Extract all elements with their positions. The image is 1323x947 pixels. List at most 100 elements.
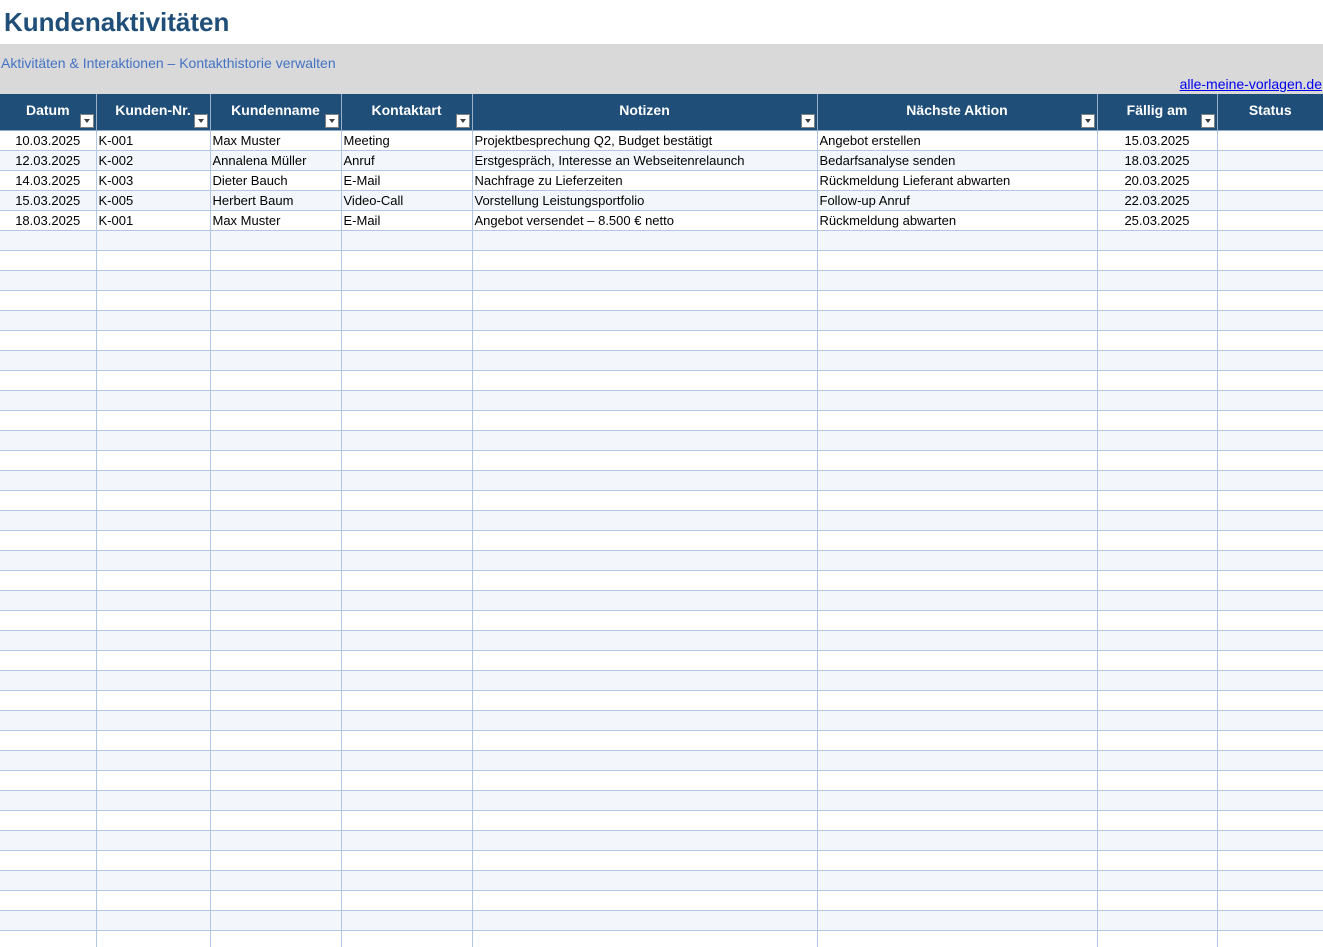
cell-kontaktart[interactable] [340,590,472,611]
cell-datum[interactable] [0,290,96,311]
cell-kontaktart[interactable] [340,770,472,791]
cell-notizen[interactable] [471,450,817,471]
cell-status[interactable] [1216,130,1323,151]
cell-kunden-nr[interactable] [95,770,210,791]
cell-kontaktart[interactable] [340,650,472,671]
cell-naechste-aktion[interactable] [816,490,1097,511]
cell-kontaktart[interactable] [340,450,472,471]
cell-notizen[interactable] [471,410,817,431]
cell-kundenname[interactable] [209,830,341,851]
cell-datum[interactable] [0,410,96,431]
cell-faellig-am[interactable] [1096,690,1217,711]
cell-status[interactable] [1216,490,1323,511]
cell-faellig-am[interactable] [1096,390,1217,411]
cell-kontaktart[interactable] [340,870,472,891]
cell-faellig-am[interactable] [1096,510,1217,531]
cell-notizen[interactable] [471,270,817,291]
cell-kontaktart[interactable] [340,710,472,731]
cell-kunden-nr[interactable] [95,570,210,591]
cell-kundenname[interactable] [209,410,341,431]
cell-status[interactable] [1216,690,1323,711]
cell-notizen[interactable] [471,630,817,651]
cell-status[interactable] [1216,790,1323,811]
cell-kontaktart[interactable] [340,250,472,271]
cell-kunden-nr[interactable]: K-001 [95,210,210,231]
cell-datum[interactable] [0,310,96,331]
cell-kundenname[interactable] [209,330,341,351]
cell-status[interactable] [1216,710,1323,731]
column-header-kunden-nr[interactable]: Kunden-Nr. [95,94,210,131]
cell-kundenname[interactable] [209,890,341,911]
cell-naechste-aktion[interactable] [816,270,1097,291]
cell-notizen[interactable]: Vorstellung Leistungsportfolio [471,190,817,211]
cell-status[interactable] [1216,610,1323,631]
cell-naechste-aktion[interactable] [816,450,1097,471]
cell-kundenname[interactable] [209,290,341,311]
column-header-notizen[interactable]: Notizen [471,94,817,131]
cell-notizen[interactable] [471,230,817,251]
cell-notizen[interactable] [471,550,817,571]
cell-faellig-am[interactable] [1096,610,1217,631]
cell-kundenname[interactable] [209,230,341,251]
cell-notizen[interactable] [471,930,817,947]
cell-kundenname[interactable] [209,630,341,651]
cell-datum[interactable]: 14.03.2025 [0,170,96,191]
cell-naechste-aktion[interactable] [816,430,1097,451]
cell-notizen[interactable] [471,810,817,831]
cell-kunden-nr[interactable] [95,230,210,251]
cell-faellig-am[interactable] [1096,730,1217,751]
cell-kundenname[interactable] [209,690,341,711]
cell-notizen[interactable] [471,290,817,311]
cell-faellig-am[interactable] [1096,370,1217,391]
cell-datum[interactable] [0,670,96,691]
cell-status[interactable] [1216,410,1323,431]
cell-status[interactable] [1216,270,1323,291]
cell-kundenname[interactable] [209,450,341,471]
cell-kunden-nr[interactable] [95,390,210,411]
cell-kunden-nr[interactable] [95,630,210,651]
cell-datum[interactable] [0,350,96,371]
cell-kunden-nr[interactable]: K-005 [95,190,210,211]
cell-kundenname[interactable] [209,730,341,751]
cell-naechste-aktion[interactable] [816,630,1097,651]
cell-kundenname[interactable] [209,650,341,671]
cell-kundenname[interactable] [209,750,341,771]
cell-status[interactable] [1216,390,1323,411]
cell-notizen[interactable] [471,750,817,771]
cell-kundenname[interactable] [209,770,341,791]
cell-kontaktart[interactable] [340,290,472,311]
cell-datum[interactable] [0,610,96,631]
cell-naechste-aktion[interactable] [816,370,1097,391]
cell-status[interactable] [1216,730,1323,751]
cell-faellig-am[interactable]: 25.03.2025 [1096,210,1217,231]
cell-datum[interactable] [0,710,96,731]
cell-kundenname[interactable] [209,810,341,831]
cell-kundenname[interactable] [209,350,341,371]
cell-kontaktart[interactable] [340,310,472,331]
cell-datum[interactable] [0,650,96,671]
cell-notizen[interactable] [471,910,817,931]
cell-naechste-aktion[interactable] [816,870,1097,891]
cell-kunden-nr[interactable] [95,410,210,431]
cell-status[interactable] [1216,470,1323,491]
cell-datum[interactable] [0,430,96,451]
cell-kontaktart[interactable] [340,270,472,291]
cell-kontaktart[interactable] [340,810,472,831]
cell-naechste-aktion[interactable]: Angebot erstellen [816,130,1097,151]
cell-naechste-aktion[interactable] [816,750,1097,771]
cell-datum[interactable] [0,270,96,291]
cell-kunden-nr[interactable] [95,830,210,851]
cell-datum[interactable] [0,250,96,271]
cell-datum[interactable] [0,690,96,711]
cell-notizen[interactable] [471,470,817,491]
cell-kontaktart[interactable] [340,550,472,571]
cell-notizen[interactable] [471,510,817,531]
cell-kunden-nr[interactable] [95,530,210,551]
cell-faellig-am[interactable] [1096,790,1217,811]
filter-dropdown-icon[interactable] [800,114,815,128]
cell-naechste-aktion[interactable]: Follow-up Anruf [816,190,1097,211]
cell-notizen[interactable] [471,490,817,511]
cell-kunden-nr[interactable] [95,670,210,691]
cell-notizen[interactable] [471,890,817,911]
cell-kontaktart[interactable] [340,750,472,771]
